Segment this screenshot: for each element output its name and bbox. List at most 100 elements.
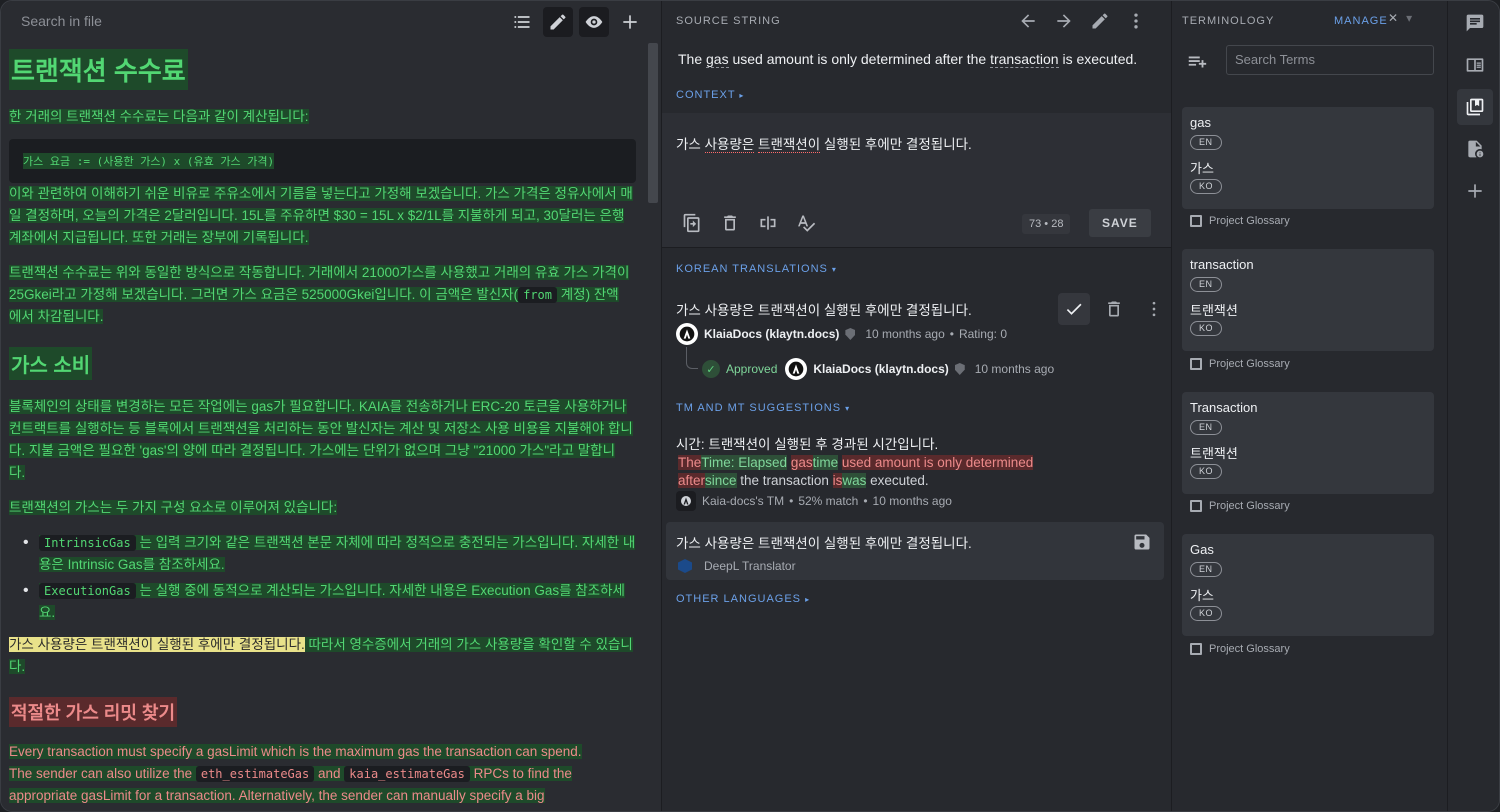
tm-mt-suggestions-toggle[interactable]: TM AND MT SUGGESTIONS ▾ bbox=[676, 402, 850, 414]
tm-source[interactable]: Kaia-docs's TM bbox=[702, 494, 784, 508]
edit-source-pencil-icon[interactable] bbox=[1088, 9, 1112, 33]
paragraph-untranslated[interactable]: Every transaction must specify a gasLimi… bbox=[9, 741, 636, 807]
terminology-title: TERMINOLOGY bbox=[1182, 15, 1275, 27]
korean-translations-toggle[interactable]: KOREAN TRANSLATIONS ▾ bbox=[676, 263, 837, 275]
manage-link[interactable]: MANAGE bbox=[1334, 15, 1388, 27]
translation-editor[interactable]: 가스 사용량은 트랜잭션이 실행된 후에만 결정됩니다. 73 • 28 SAV… bbox=[662, 113, 1172, 247]
existing-translation[interactable]: 가스 사용량은 트랜잭션이 실행된 후에만 결정됩니다. bbox=[676, 299, 972, 319]
search-terms-input[interactable]: Search Terms bbox=[1226, 45, 1434, 75]
timestamp: 10 months ago bbox=[865, 327, 945, 341]
mt-suggestion-text[interactable]: 가스 사용량은 트랜잭션이 실행된 후에만 결정됩니다. bbox=[676, 532, 972, 552]
lang-badge: KO bbox=[1190, 464, 1223, 479]
string-info-icon[interactable] bbox=[1457, 47, 1493, 83]
lang-badge: EN bbox=[1190, 420, 1222, 435]
glossary-link[interactable]: Project Glossary bbox=[1190, 643, 1290, 655]
term-transaction[interactable]: transaction bbox=[990, 51, 1059, 68]
paragraph[interactable]: 블록체인의 상태를 변경하는 모든 작업에는 gas가 필요합니다. KAIA를… bbox=[9, 396, 636, 484]
glossary-link[interactable]: Project Glossary bbox=[1190, 215, 1290, 227]
arrow-left-icon[interactable] bbox=[1016, 9, 1040, 33]
list-icon[interactable] bbox=[507, 7, 537, 37]
translation-input[interactable]: 가스 사용량은 트랜잭션이 실행된 후에만 결정됩니다. bbox=[676, 133, 972, 153]
context-toggle[interactable]: CONTEXT ▸ bbox=[676, 89, 744, 101]
save-button[interactable]: SAVE bbox=[1089, 209, 1151, 237]
delete-trash-icon[interactable] bbox=[1098, 293, 1130, 325]
author-name[interactable]: KlaiaDocs (klaytn.docs) bbox=[704, 327, 839, 341]
shield-icon bbox=[845, 328, 856, 340]
list-item[interactable]: ExecutionGas 는 실행 중에 동적으로 계산되는 가스입니다. 자세… bbox=[23, 580, 636, 624]
mt-source: DeepL Translator bbox=[704, 559, 796, 573]
spellcheck-icon[interactable] bbox=[794, 211, 818, 235]
avatar[interactable] bbox=[785, 358, 808, 380]
term-translation: 트랜잭션 bbox=[1190, 303, 1238, 318]
lang-badge: EN bbox=[1190, 562, 1222, 577]
lang-badge: KO bbox=[1190, 179, 1223, 194]
add-panel-icon[interactable] bbox=[1457, 173, 1493, 209]
tm-logo-icon bbox=[676, 491, 696, 511]
arrow-right-icon[interactable] bbox=[1052, 9, 1076, 33]
search-in-file-input[interactable]: Search in file bbox=[21, 13, 102, 29]
lang-badge: EN bbox=[1190, 277, 1222, 292]
term-card[interactable]: gas EN 가스 KO bbox=[1182, 107, 1434, 209]
glossary-icon bbox=[1190, 643, 1202, 655]
edit-pencil-icon[interactable] bbox=[543, 7, 573, 37]
glossary-link[interactable]: Project Glossary bbox=[1190, 500, 1290, 512]
term-card[interactable]: Transaction EN 트랜잭션 KO bbox=[1182, 392, 1434, 494]
heading-finding-gas-limit[interactable]: 적절한 가스 리밋 찾기 bbox=[9, 697, 178, 727]
add-term-icon[interactable] bbox=[1186, 51, 1208, 76]
file-preview-pane: Search in file 트랜잭션 수수료 한 거래의 트랜잭션 수수료는 … bbox=[1, 1, 661, 811]
approved-label: Approved bbox=[726, 362, 778, 376]
deepl-icon bbox=[678, 559, 692, 573]
lang-badge: EN bbox=[1190, 135, 1222, 150]
copy-source-icon[interactable] bbox=[680, 211, 704, 235]
glossary-link[interactable]: Project Glossary bbox=[1190, 358, 1290, 370]
text-format-icon[interactable] bbox=[756, 211, 780, 235]
other-languages-toggle[interactable]: OTHER LANGUAGES ▸ bbox=[676, 593, 810, 605]
code-block[interactable]: 가스 요금 := (사용한 가스) x (유효 가스 가격) bbox=[9, 139, 636, 183]
glossary-icon bbox=[1190, 500, 1202, 512]
paragraph[interactable]: 이와 관련하여 이해하기 쉬운 비유로 주유소에서 기름을 넣는다고 가정해 보… bbox=[9, 183, 636, 249]
rating: Rating: 0 bbox=[958, 327, 1007, 341]
heading-gas-consumption[interactable]: 가스 소비 bbox=[9, 347, 93, 380]
glossary-icon bbox=[1190, 358, 1202, 370]
heading-transaction-fee[interactable]: 트랜잭션 수수료 bbox=[9, 49, 188, 90]
more-vert-icon[interactable] bbox=[1124, 9, 1148, 33]
approver-name[interactable]: KlaiaDocs (klaytn.docs) bbox=[813, 362, 948, 376]
terminology-icon[interactable] bbox=[1457, 89, 1493, 125]
lang-badge: KO bbox=[1190, 321, 1223, 336]
translation-author-row: KlaiaDocs (klaytn.docs) 10 months ago • … bbox=[676, 323, 1007, 345]
more-vert-icon[interactable] bbox=[1138, 293, 1170, 325]
tm-suggestion-text[interactable]: 시간: 트랜잭션이 실행된 후 경과된 시간입니다. bbox=[676, 433, 938, 453]
approve-check-icon[interactable] bbox=[1058, 293, 1090, 325]
term-translation: 가스 bbox=[1190, 588, 1214, 603]
file-info-icon[interactable] bbox=[1457, 131, 1493, 167]
term-source: Gas bbox=[1190, 542, 1214, 557]
add-icon[interactable] bbox=[615, 7, 645, 37]
lang-badge: KO bbox=[1190, 606, 1223, 621]
right-sidebar bbox=[1447, 1, 1499, 811]
avatar[interactable] bbox=[676, 323, 698, 345]
scrollbar-thumb[interactable] bbox=[648, 43, 658, 203]
clear-trash-icon[interactable] bbox=[718, 211, 742, 235]
shield-icon bbox=[954, 363, 965, 375]
paragraph[interactable]: 한 거래의 트랜잭션 수수료는 다음과 같이 계산됩니다: bbox=[9, 106, 636, 128]
paragraph[interactable]: 트랜잭션의 가스는 두 가지 구성 요소로 이루어져 있습니다: bbox=[9, 497, 636, 519]
glossary-icon bbox=[1190, 215, 1202, 227]
tm-diff: TheTime: Elapsed gastime used amount is … bbox=[678, 455, 1034, 488]
paragraph[interactable]: 트랜잭션 수수료는 위와 동일한 방식으로 작동합니다. 거래에서 21000가… bbox=[9, 262, 636, 328]
timestamp: 10 months ago bbox=[974, 362, 1055, 376]
chevron-down-icon[interactable]: ▾ bbox=[1406, 11, 1412, 25]
approved-check-icon: ✓ bbox=[702, 360, 720, 378]
comments-icon[interactable] bbox=[1457, 5, 1493, 41]
save-floppy-icon[interactable] bbox=[1132, 532, 1152, 555]
pin-off-icon[interactable]: ✕ bbox=[1388, 11, 1398, 25]
term-card[interactable]: transaction EN 트랜잭션 KO bbox=[1182, 249, 1434, 351]
term-translation: 트랜잭션 bbox=[1190, 446, 1238, 461]
list-item[interactable]: IntrinsicGas 는 입력 크기와 같은 트랜잭션 본문 자체에 따라 … bbox=[23, 532, 636, 576]
paragraph-current-string[interactable]: 가스 사용량은 트랜잭션이 실행된 후에만 결정됩니다. 따라서 영수증에서 거… bbox=[9, 634, 636, 678]
term-gas[interactable]: gas bbox=[706, 51, 729, 68]
term-source: transaction bbox=[1190, 257, 1254, 272]
eye-preview-icon[interactable] bbox=[579, 7, 609, 37]
terminology-pane: TERMINOLOGY MANAGE ✕ ▾ Search Terms gas … bbox=[1171, 1, 1447, 811]
term-card[interactable]: Gas EN 가스 KO bbox=[1182, 534, 1434, 636]
mt-suggestion-card[interactable]: 가스 사용량은 트랜잭션이 실행된 후에만 결정됩니다. DeepL Trans… bbox=[666, 522, 1164, 580]
